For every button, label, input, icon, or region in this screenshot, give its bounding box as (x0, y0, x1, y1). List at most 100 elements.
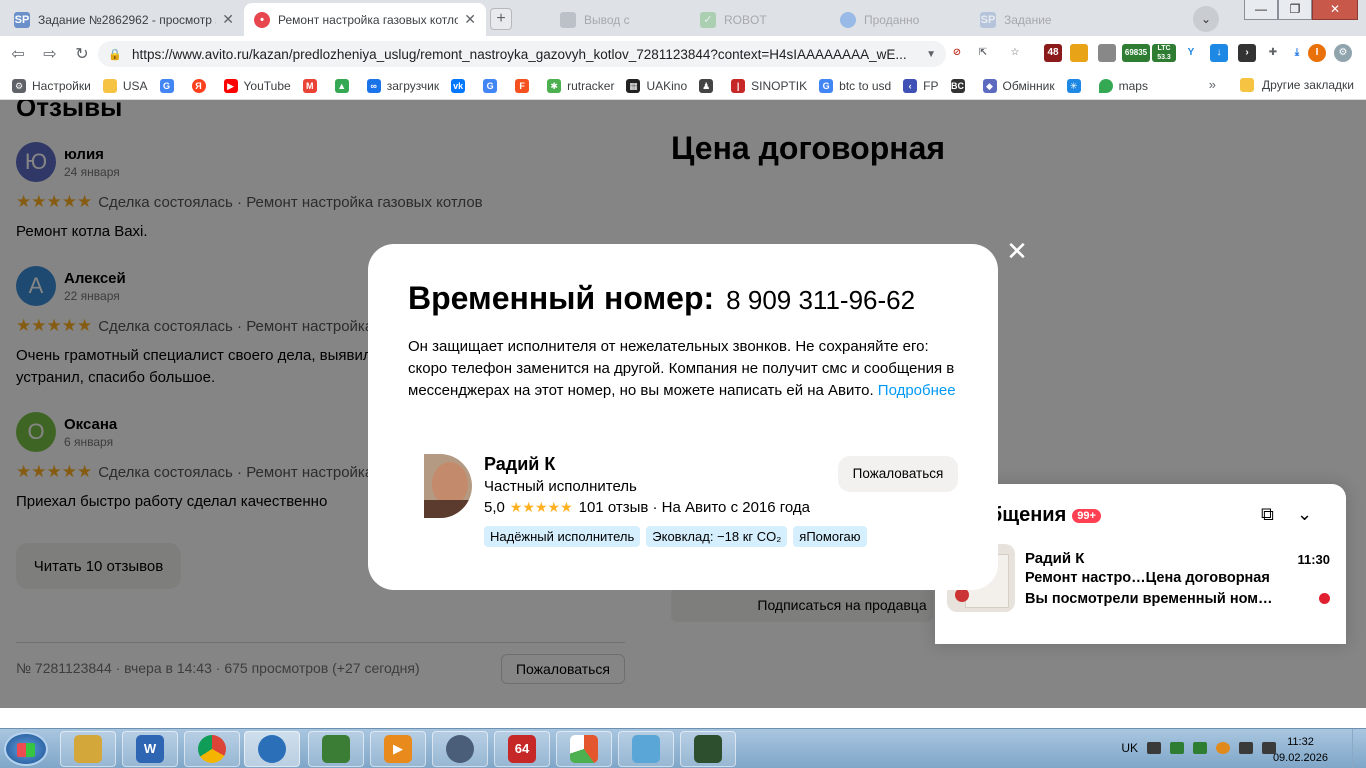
bookmark-yandex[interactable]: Я (191, 78, 212, 93)
bookmark-loader[interactable]: ∞ загрузчик (366, 78, 439, 93)
bookmarks-more-icon[interactable]: » (1209, 77, 1216, 92)
bookmark-sinoptik[interactable]: | SINOPTIK (731, 78, 807, 93)
reload-icon[interactable]: ↻ (68, 44, 96, 64)
more-link[interactable]: Подробнее (878, 382, 956, 399)
tab-faded-4[interactable]: SP Задание (970, 3, 1100, 36)
ext-btc-icon[interactable]: 69835 (1122, 44, 1150, 62)
ext-download-icon[interactable]: ↓ (1210, 44, 1228, 62)
ext-shield-icon[interactable] (1070, 44, 1088, 62)
back-icon[interactable]: ⇦ (4, 44, 32, 64)
tab-search-icon[interactable]: ⌄ (1193, 6, 1219, 32)
bookmark-translate[interactable]: G (483, 78, 503, 93)
bookmark-uakino[interactable]: ▦ UAKino (626, 78, 687, 93)
ext-48-icon[interactable]: 48 (1044, 44, 1062, 62)
chat-subject[interactable]: Ремонт настро…Цена договорная (1025, 570, 1270, 586)
rating-info[interactable]: 101 отзыв · На Авито с 2016 года (579, 499, 810, 516)
new-tab-button[interactable]: + (490, 8, 512, 30)
youtube-icon: ▶ (223, 78, 238, 93)
start-button[interactable] (4, 732, 48, 766)
ext-arrow-icon[interactable]: › (1238, 44, 1256, 62)
bookmark-f[interactable]: F (515, 78, 535, 93)
notepad-task[interactable] (618, 731, 674, 767)
tag-reliable[interactable]: Надёжный исполнитель (484, 526, 641, 547)
open-external-icon[interactable]: ⧉ (1261, 504, 1274, 525)
shield-task[interactable]: W (122, 731, 178, 767)
chat-preview[interactable]: Вы посмотрели временный ном… (1025, 591, 1273, 607)
sp-icon: SP (14, 11, 30, 28)
report-button[interactable]: Пожаловаться (838, 456, 958, 492)
bookmark-label: Другие закладки (1262, 78, 1354, 92)
bookmark-youtube[interactable]: ▶ YouTube (223, 78, 291, 93)
globe-task[interactable] (244, 731, 300, 767)
sp-icon: SP (980, 11, 996, 28)
bookmark-exchange[interactable]: ◆ Обмінник (982, 78, 1055, 93)
bookmark-bc[interactable]: BC (950, 78, 971, 93)
close-icon[interactable]: ✕ (464, 11, 476, 28)
clock-task[interactable] (432, 731, 488, 767)
close-window-button[interactable]: ✕ (1312, 0, 1358, 20)
tag-eco[interactable]: Эковклад: −18 кг CO₂ (646, 526, 788, 547)
profile-avatar[interactable]: I (1308, 44, 1326, 62)
url-text[interactable]: https://www.avito.ru/kazan/predlozheniya… (132, 47, 926, 62)
calc-task[interactable] (308, 731, 364, 767)
ext-y-icon[interactable]: Y (1182, 44, 1200, 62)
clock-date: 09.02.2026 (1272, 752, 1328, 764)
bookmark-vk[interactable]: vk (451, 78, 471, 93)
seller-name[interactable]: Радий К (484, 454, 555, 475)
person-icon: ♟ (699, 78, 714, 93)
paint-task[interactable] (556, 731, 612, 767)
seller-avatar[interactable] (424, 454, 472, 518)
other-bookmarks[interactable]: Другие закладки (1240, 78, 1354, 92)
bookmark-rutracker[interactable]: ✱ rutracker (547, 78, 614, 93)
tab-faded-3[interactable]: Проданно (830, 3, 960, 36)
tray-app-icon[interactable] (1216, 742, 1230, 754)
tab-faded-2[interactable]: ✓ ROBOT (690, 3, 820, 36)
bookmark-drive[interactable]: ▲ (334, 78, 355, 93)
keyboard-icon[interactable] (1147, 742, 1161, 754)
bookmark-asterisk[interactable]: ✳ (1066, 78, 1087, 93)
language-indicator[interactable]: UK (1121, 741, 1138, 755)
vk-icon: vk (451, 78, 466, 93)
clock[interactable]: 11:32 09.02.2026 (1273, 734, 1328, 766)
address-bar[interactable]: 🔒 https://www.avito.ru/kazan/predlozheni… (98, 41, 946, 67)
tab-faded-1[interactable]: Вывод с (550, 3, 680, 36)
chrome-task[interactable] (184, 731, 240, 767)
downloads-icon[interactable]: ⤓ (1288, 44, 1306, 62)
media-task[interactable]: ▶ (370, 731, 426, 767)
dropdown-icon[interactable]: ▼ (926, 49, 936, 60)
terminal-task[interactable] (680, 731, 736, 767)
phone-number[interactable]: 8 909 311-96-62 (726, 285, 915, 316)
ext-ltc-icon[interactable]: LTC 53.3 (1152, 44, 1176, 62)
tag-help[interactable]: яПомогаю (793, 526, 867, 547)
aida-task[interactable]: 64 (494, 731, 550, 767)
bookmark-gmail[interactable]: M (302, 78, 323, 93)
chat-name[interactable]: Радий К (1025, 550, 1084, 567)
seller-role: Частный исполнитель (484, 478, 637, 495)
bookmark-usa[interactable]: USA (102, 78, 148, 93)
bookmark-maps[interactable]: maps (1098, 78, 1148, 93)
bookmark-fp[interactable]: ‹ FP (903, 78, 939, 93)
maximize-button[interactable]: ❐ (1278, 0, 1312, 20)
chevron-down-icon[interactable]: ⌄ (1297, 504, 1312, 525)
show-desktop-button[interactable] (1352, 729, 1366, 768)
tab-task[interactable]: SP Задание №2862962 - просмотр з ✕ (4, 3, 244, 36)
bookmark-btc[interactable]: Gbtc to usd (819, 78, 891, 93)
forward-icon[interactable]: ⇨ (36, 44, 64, 64)
network-icon[interactable] (1239, 742, 1253, 754)
bookmark-person[interactable]: ♟ (699, 78, 719, 93)
extensions-icon[interactable]: ✚ (1264, 44, 1282, 62)
ext-briefcase-icon[interactable] (1098, 44, 1116, 62)
tray-app-icon[interactable] (1170, 742, 1184, 754)
share-icon[interactable]: ⇱ (974, 44, 992, 62)
tray-app-icon[interactable] (1193, 742, 1207, 754)
bookmark-star-icon[interactable]: ☆ (1006, 44, 1024, 62)
tab-avito[interactable]: • Ремонт настройка газовых котло ✕ (244, 3, 486, 36)
close-icon[interactable]: ✕ (1004, 238, 1030, 264)
block-icon[interactable]: ⊘ (948, 44, 966, 62)
minimize-button[interactable]: — (1244, 0, 1278, 20)
bookmark-google[interactable]: G (159, 78, 180, 93)
bookmark-settings[interactable]: ⚙ Настройки (12, 78, 91, 93)
close-icon[interactable]: ✕ (222, 11, 234, 28)
explorer-task[interactable] (60, 731, 116, 767)
settings-icon[interactable]: ⚙ (1334, 44, 1352, 62)
